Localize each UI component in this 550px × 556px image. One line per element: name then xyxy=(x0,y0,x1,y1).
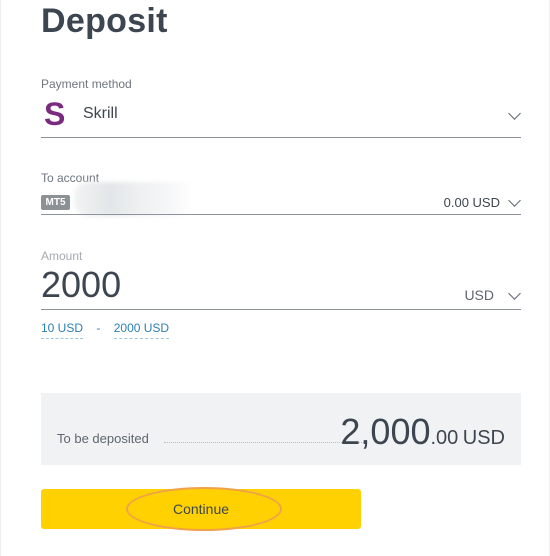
max-amount-link[interactable]: 2000 USD xyxy=(113,321,170,339)
min-amount-link[interactable]: 10 USD xyxy=(41,321,84,339)
amount-limits: 10 USD - 2000 USD xyxy=(41,321,170,339)
to-account-chevron-down-icon xyxy=(508,194,521,207)
payment-method-chevron-down-icon xyxy=(508,107,521,120)
currency-chevron-down-icon xyxy=(508,287,521,300)
deposit-total-decimal: .00 xyxy=(430,427,459,449)
deposit-total: 2,000.00 USD xyxy=(340,411,505,453)
payment-method-underline xyxy=(41,137,521,138)
currency-value: USD xyxy=(464,287,494,303)
continue-button[interactable]: Continue xyxy=(41,489,361,529)
deposit-page: Deposit Payment method S Skrill To accou… xyxy=(0,0,550,556)
page-title: Deposit xyxy=(41,2,168,40)
skrill-logo-icon: S xyxy=(44,96,65,130)
payment-method-value: Skrill xyxy=(83,105,118,122)
to-account-underline xyxy=(41,214,521,215)
amount-label: Amount xyxy=(41,249,83,263)
page-left-border xyxy=(0,0,1,556)
to-be-deposited-label: To be deposited xyxy=(57,431,149,446)
redacted-account-number xyxy=(74,182,194,216)
deposit-total-currency: USD xyxy=(462,427,505,449)
payment-method-label: Payment method xyxy=(41,77,132,91)
account-balance: 0.00 USD xyxy=(443,195,500,210)
amount-underline xyxy=(41,309,521,310)
svg-text:S: S xyxy=(44,96,65,130)
deposit-summary-panel: To be deposited 2,000.00 USD xyxy=(41,393,521,465)
limit-separator: - xyxy=(96,321,101,335)
mt5-badge: MT5 xyxy=(41,195,70,210)
amount-input[interactable]: 2000 xyxy=(41,264,121,306)
summary-dotted-leader xyxy=(164,442,364,443)
deposit-total-integer: 2,000 xyxy=(340,411,431,452)
